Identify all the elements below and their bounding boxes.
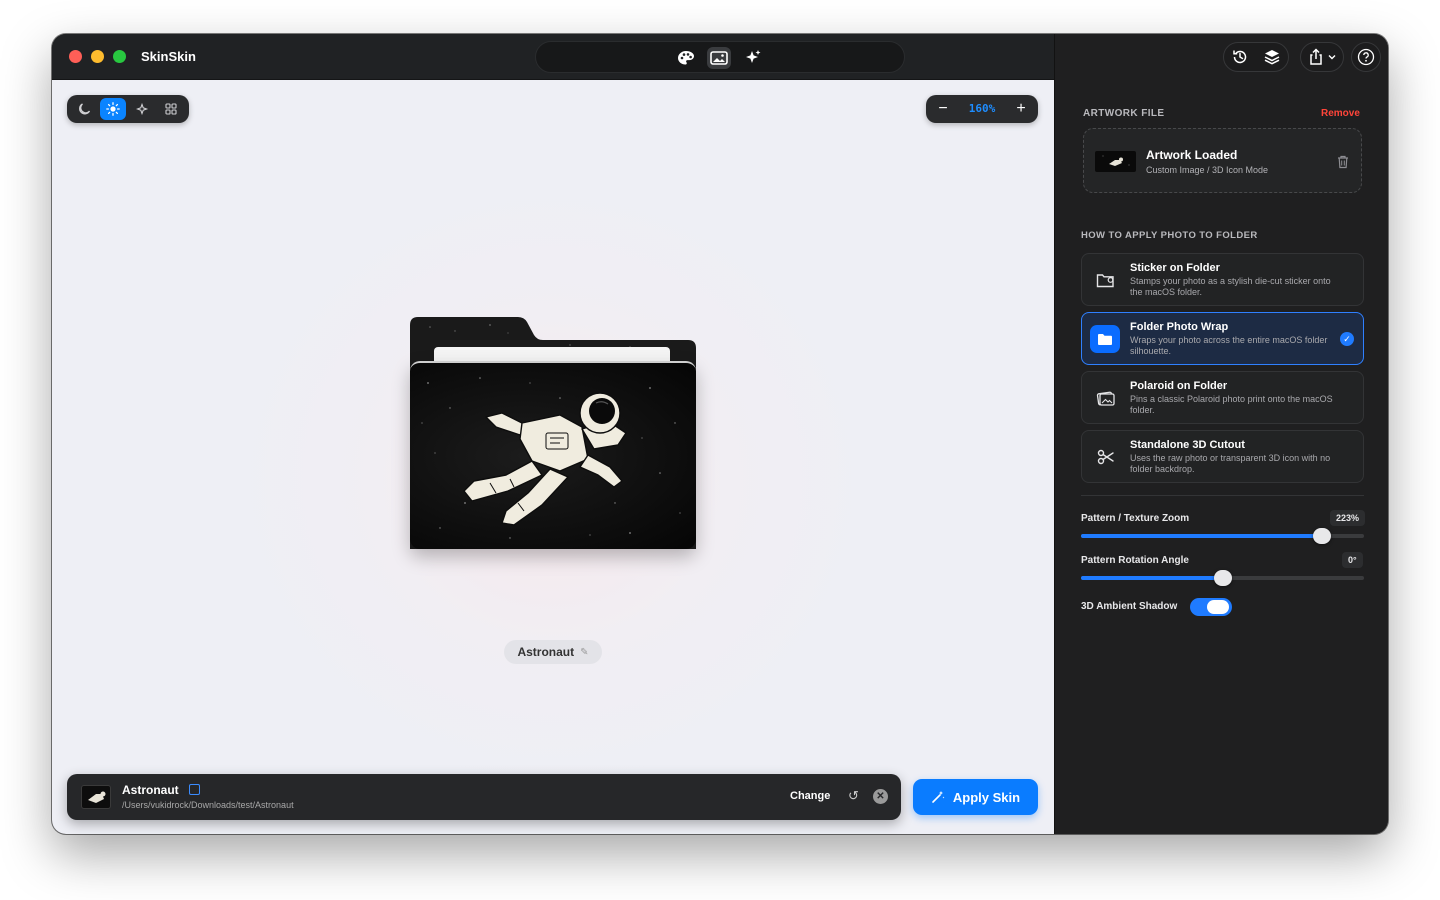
scissors-icon [1093,446,1119,468]
target-folder-bar: Astronaut /Users/vukidrock/Downloads/tes… [67,774,901,820]
artwork-thumbnail [1095,151,1136,172]
option-sticker-on-folder[interactable]: Sticker on Folder Stamps your photo as a… [1081,253,1364,306]
ambient-shadow-label: 3D Ambient Shadow [1081,601,1178,612]
pattern-zoom-label: Pattern / Texture Zoom [1081,513,1190,524]
folder-fill-icon [1090,325,1120,353]
photo-stack-icon [1093,387,1119,409]
clear-folder-icon[interactable]: ✕ [873,789,888,804]
history-layers-group [1223,42,1289,72]
history-icon[interactable] [1231,48,1249,66]
ambient-shadow-toggle[interactable] [1190,598,1232,616]
astronaut-artwork-thumb [1102,155,1130,166]
sparkle-icon [135,102,148,115]
zoom-in-button[interactable]: + [1009,97,1033,121]
folder-name-label: Astronaut [517,645,575,659]
artwork-file-box[interactable]: Artwork Loaded Custom Image / 3D Icon Mo… [1083,128,1362,193]
option-folder-photo-wrap[interactable]: Folder Photo Wrap Wraps your photo acros… [1081,312,1364,365]
palette-mode-button[interactable] [674,47,698,69]
rotation-angle-slider[interactable] [1081,570,1364,586]
palette-icon [678,51,694,65]
toggle-knob [1207,600,1229,614]
pattern-zoom-value: 223% [1330,510,1366,526]
mode-switcher [535,41,905,73]
rotation-angle-fill [1081,576,1223,580]
sparkle-background-button[interactable] [129,98,155,120]
preview-canvas: − 160% + Astronaut ✎ Astronaut /Users/vu… [52,80,1054,834]
grid-icon [165,103,177,115]
zoom-level: 160% [968,102,996,115]
option-description: Uses the raw photo or transparent 3D ico… [1130,453,1331,474]
rotation-angle-value: 0° [1342,552,1363,568]
section-divider [1081,495,1364,496]
app-window: SkinSkin − 160% + Astronaut ✎ Astronaut … [52,34,1388,834]
option-description: Wraps your photo across the entire macOS… [1130,335,1328,356]
zoom-control: − 160% + [926,95,1038,123]
apply-skin-label: Apply Skin [952,789,1021,805]
option-title: Sticker on Folder [1130,262,1220,274]
artwork-title: Artwork Loaded [1146,148,1238,162]
photo-icon [710,51,728,65]
share-menu-button[interactable] [1300,42,1344,72]
sun-icon [106,102,120,116]
target-folder-name: Astronaut [122,783,179,797]
folder-name-badge[interactable]: Astronaut ✎ [504,640,602,664]
close-window-button[interactable] [69,50,82,63]
trash-icon[interactable] [1337,155,1349,169]
pencil-icon: ✎ [580,646,589,658]
astronaut-thumbnail-icon [88,791,106,803]
title-bar: SkinSkin [52,34,1054,80]
option-title: Standalone 3D Cutout [1130,439,1245,451]
dark-background-button[interactable] [71,98,97,120]
folder-thumbnail [81,785,111,809]
magic-wand-icon [932,791,945,803]
help-button[interactable] [1351,42,1381,72]
light-background-button[interactable] [100,98,126,120]
effects-mode-button[interactable] [741,47,765,69]
sparkles-icon [746,50,761,63]
pattern-zoom-slider[interactable] [1081,528,1364,544]
apply-skin-button[interactable]: Apply Skin [913,779,1038,815]
background-mode-toggle [67,95,189,123]
help-icon [1357,48,1375,66]
option-title: Polaroid on Folder [1130,380,1228,392]
pattern-zoom-fill [1081,534,1322,538]
option-description: Pins a classic Polaroid photo print onto… [1130,394,1333,415]
artwork-subtitle: Custom Image / 3D Icon Mode [1146,165,1269,175]
zoom-window-button[interactable] [113,50,126,63]
settings-panel: ARTWORK FILE Remove Artwork Loaded Custo… [1054,34,1388,834]
reset-icon[interactable]: ↺ [848,788,859,804]
image-mode-button[interactable] [707,47,731,69]
rotation-angle-label: Pattern Rotation Angle [1081,555,1189,566]
layers-icon[interactable] [1263,48,1281,66]
astronaut-artwork [421,377,681,539]
share-icon [1309,48,1322,65]
checkmark-icon: ✓ [1340,332,1354,346]
folder-preview [408,317,696,553]
option-standalone-3d-cutout[interactable]: Standalone 3D Cutout Uses the raw photo … [1081,430,1364,483]
artwork-section-label: ARTWORK FILE [1083,108,1165,119]
apply-method-section-label: HOW TO APPLY PHOTO TO FOLDER [1081,230,1258,241]
remove-artwork-link[interactable]: Remove [1321,108,1360,119]
reveal-in-finder-icon[interactable] [189,784,200,795]
app-title: SkinSkin [141,49,196,64]
option-title: Folder Photo Wrap [1130,321,1229,333]
pattern-zoom-knob[interactable] [1312,528,1331,544]
chevron-down-icon [1328,55,1335,60]
minimize-window-button[interactable] [91,50,104,63]
rotation-angle-knob[interactable] [1213,570,1232,586]
moon-icon [78,102,90,114]
grid-background-button[interactable] [158,98,184,120]
folder-front-artwork [410,361,696,549]
change-folder-button[interactable]: Change [790,790,830,802]
target-folder-path: /Users/vukidrock/Downloads/test/Astronau… [122,800,294,810]
folder-badge-icon [1093,269,1119,291]
zoom-out-button[interactable]: − [931,97,955,121]
option-polaroid-on-folder[interactable]: Polaroid on Folder Pins a classic Polaro… [1081,371,1364,424]
option-description: Stamps your photo as a stylish die-cut s… [1130,276,1331,297]
